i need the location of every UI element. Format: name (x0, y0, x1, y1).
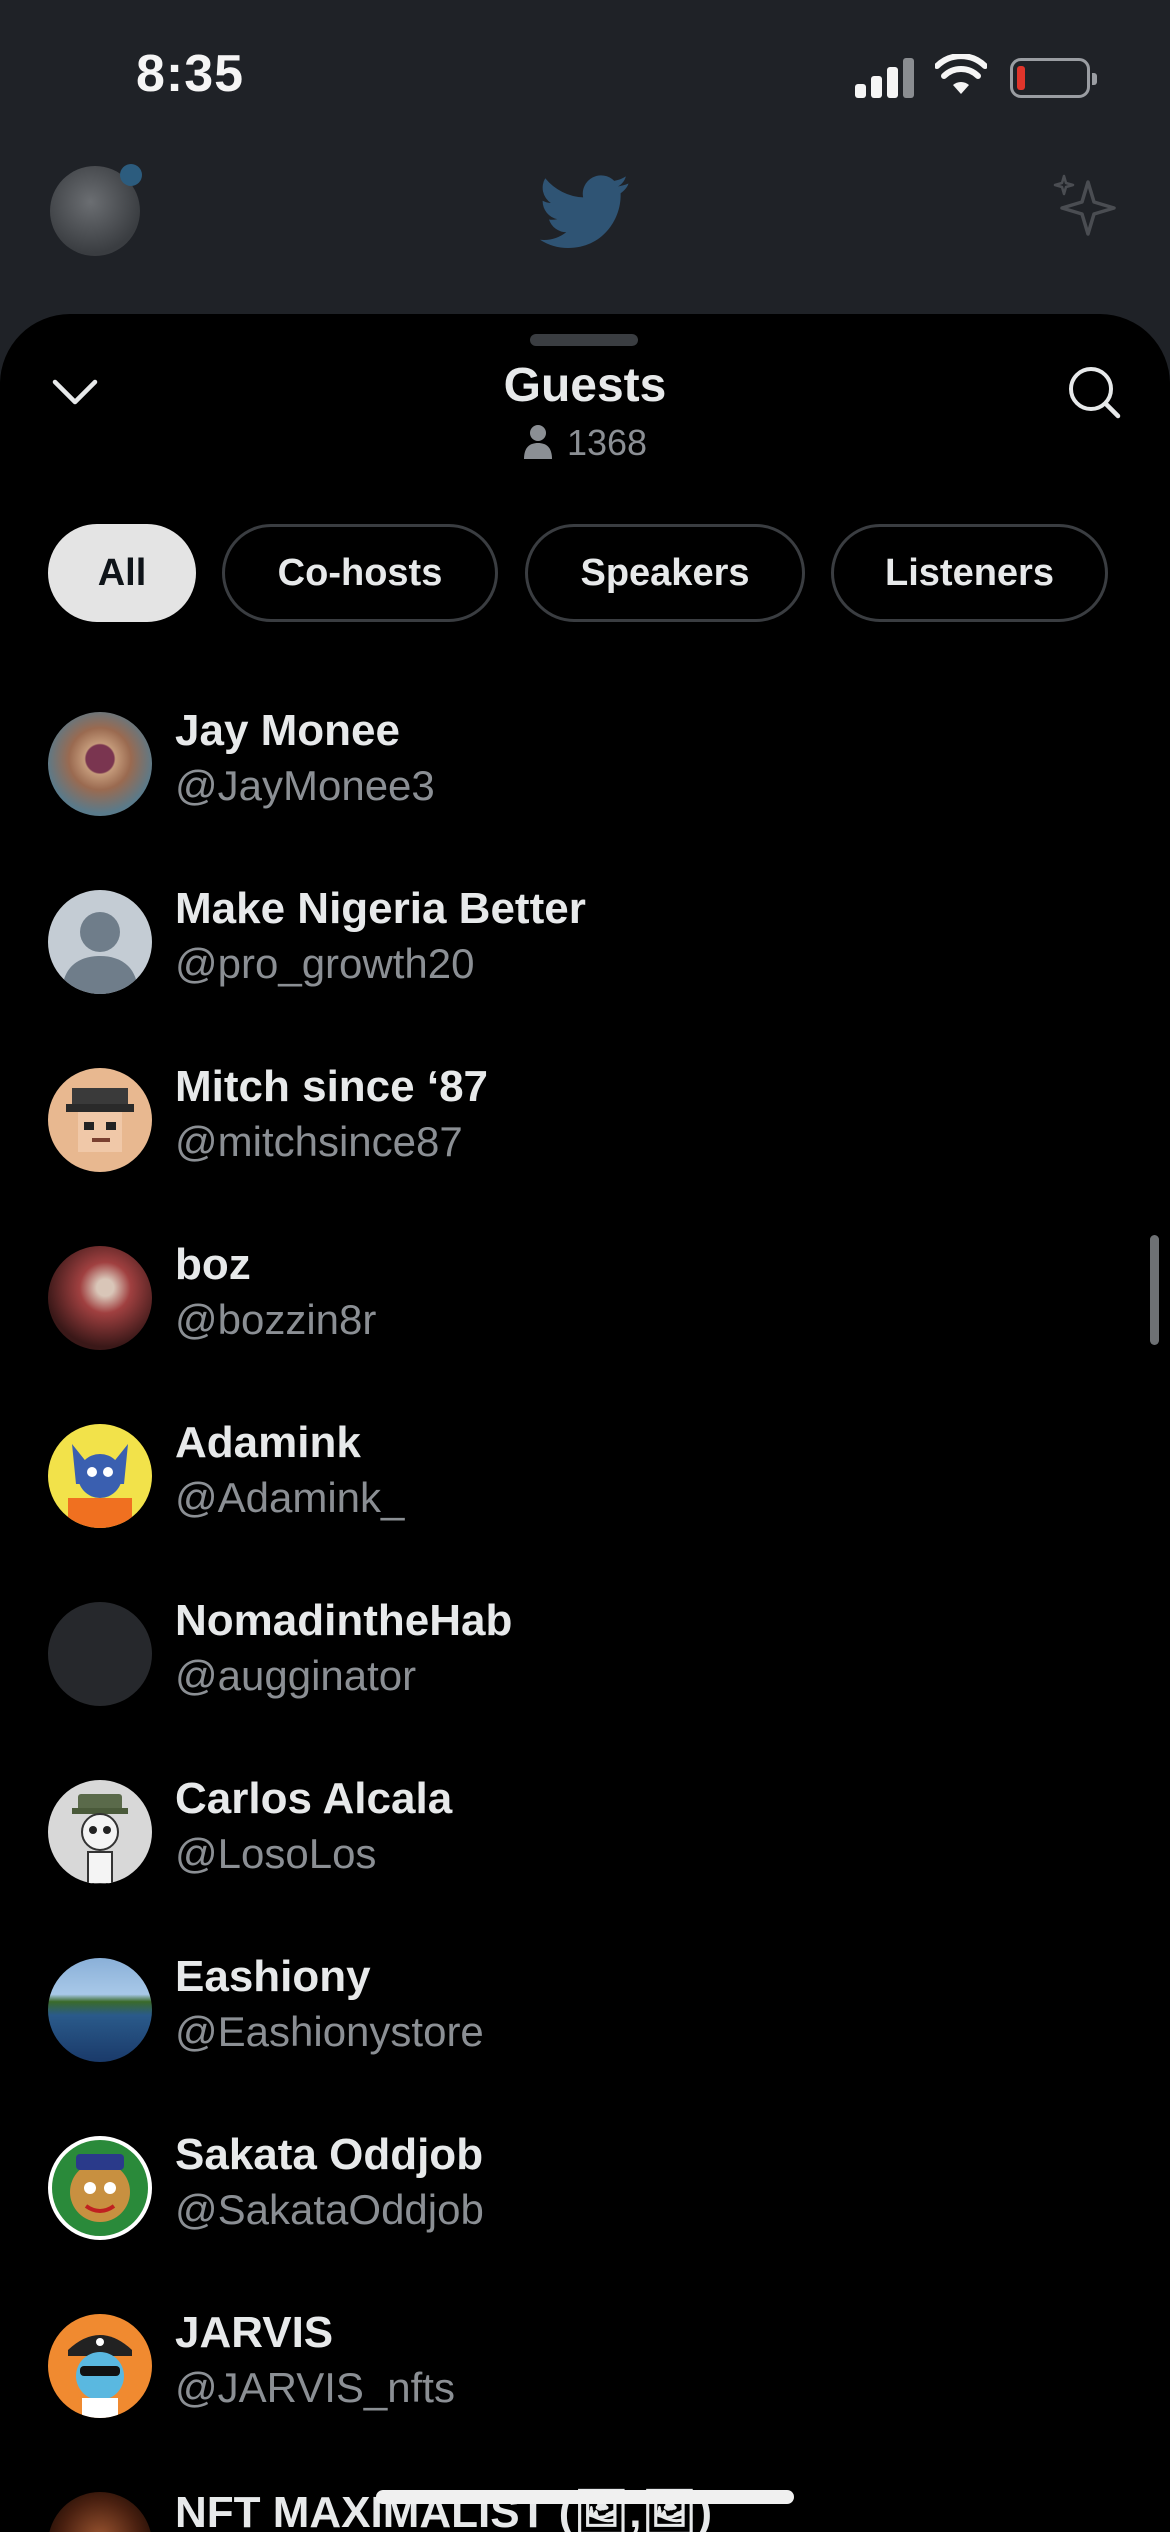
twitter-bird-icon (540, 175, 629, 248)
guest-name: boz (175, 1240, 251, 1289)
cellular-signal-icon (855, 58, 915, 98)
avatar (48, 712, 152, 816)
avatar (48, 1780, 152, 1884)
battery-icon (1010, 58, 1097, 98)
avatar (48, 1246, 152, 1350)
home-indicator[interactable] (376, 2490, 794, 2504)
avatar (48, 1602, 152, 1706)
guest-row[interactable]: Mitch since ‘87 @mitchsince87 (48, 1062, 1118, 1172)
guest-row[interactable]: JARVIS @JARVIS_nfts (48, 2308, 1118, 2418)
guest-name: Mitch since ‘87 (175, 1062, 489, 1111)
frog-avatar-icon (48, 2136, 152, 2240)
tab-speakers[interactable]: Speakers (525, 524, 805, 622)
guest-row[interactable]: Make Nigeria Better @pro_growth20 (48, 884, 1118, 994)
sheet-grabber[interactable] (530, 334, 638, 346)
guest-row[interactable]: Adamink @Adamink_ (48, 1418, 1118, 1528)
avatar-badge (120, 164, 142, 186)
sparkle-icon (1053, 174, 1116, 236)
guest-name: Carlos Alcala (175, 1774, 453, 1823)
guest-row[interactable]: Jay Monee @JayMonee3 (48, 706, 1118, 816)
guest-count: 1368 (0, 422, 1170, 464)
status-time: 8:35 (136, 45, 245, 103)
skeleton-avatar-icon (48, 1780, 152, 1884)
guest-handle: @Eashionystore (175, 2008, 484, 2055)
guest-name: Sakata Oddjob (175, 2130, 484, 2179)
avatar (48, 1068, 152, 1172)
background-header (0, 150, 1170, 310)
avatar (48, 890, 152, 994)
person-icon (523, 425, 552, 459)
guest-row[interactable]: Eashiony @Eashionystore (48, 1952, 1118, 2062)
guest-name: JARVIS (175, 2308, 334, 2357)
guest-handle: @augginator (175, 1652, 417, 1699)
guest-name: Adamink (175, 1418, 361, 1467)
guest-row[interactable]: NomadintheHab @augginator (48, 1596, 1118, 1706)
tab-listeners[interactable]: Listeners (831, 524, 1108, 622)
wifi-icon (935, 54, 987, 94)
guest-name: NomadintheHab (175, 1596, 513, 1645)
guest-handle: @mitchsince87 (175, 1118, 463, 1165)
guest-handle: @LosoLos (175, 1830, 377, 1877)
scrollbar[interactable] (1150, 1235, 1159, 1345)
guest-row[interactable]: boz @bozzin8r (48, 1240, 1118, 1350)
screen: 8:35 Guests 1368 All Co-hosts Speakers L… (0, 0, 1170, 2532)
cartoon-avatar-icon (48, 1424, 152, 1528)
avatar (48, 1958, 152, 2062)
guest-handle: @JayMonee3 (175, 762, 435, 809)
guest-name: Make Nigeria Better (175, 884, 586, 933)
guest-row[interactable]: Sakata Oddjob @SakataOddjob (48, 2130, 1118, 2240)
pixel-avatar-icon (48, 1068, 152, 1172)
guests-sheet: Guests 1368 All Co-hosts Speakers Listen… (0, 314, 1170, 2532)
guest-row[interactable]: Carlos Alcala @LosoLos (48, 1774, 1118, 1884)
default-avatar-icon (48, 890, 152, 994)
pirate-avatar-icon (48, 2314, 152, 2418)
guest-handle: @Adamink_ (175, 1474, 405, 1521)
sheet-title: Guests (503, 359, 667, 412)
guest-handle: @JARVIS_nfts (175, 2364, 455, 2411)
guest-handle: @bozzin8r (175, 1296, 377, 1343)
tab-co-hosts[interactable]: Co-hosts (222, 524, 498, 622)
guest-name: Jay Monee (175, 706, 400, 755)
status-bar: 8:35 (0, 0, 1170, 150)
guest-handle: @SakataOddjob (175, 2186, 484, 2233)
tab-all[interactable]: All (48, 524, 196, 622)
avatar (48, 1424, 152, 1528)
avatar (48, 2136, 152, 2240)
guest-count-value: 1368 (566, 422, 648, 463)
guest-handle: @pro_growth20 (175, 940, 475, 987)
avatar (48, 2314, 152, 2418)
avatar (48, 2492, 152, 2532)
search-icon[interactable] (1066, 364, 1122, 420)
guest-name: Eashiony (175, 1952, 371, 2001)
